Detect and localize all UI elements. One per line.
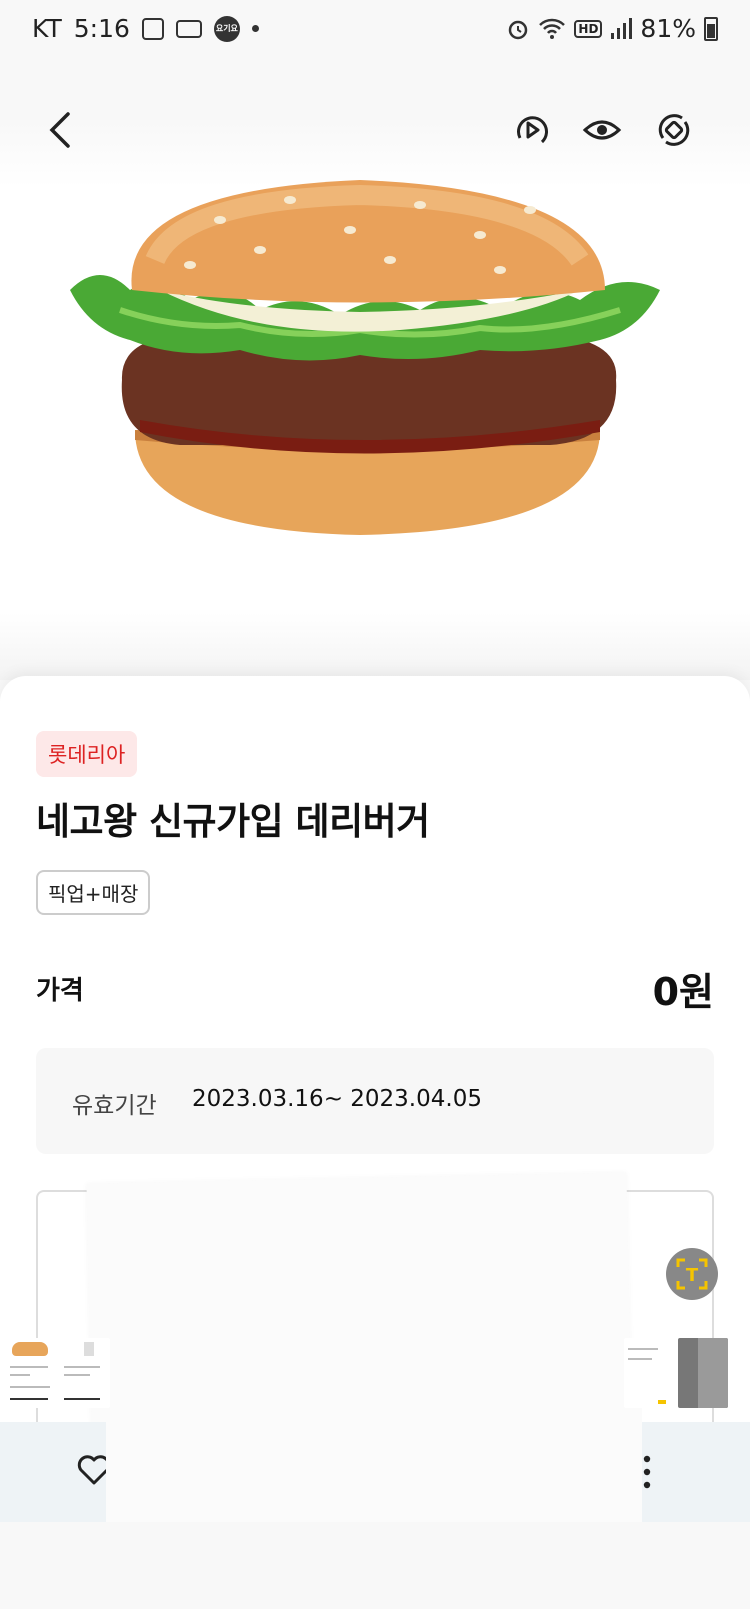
back-icon[interactable] [44,110,76,150]
recent-thumbnail[interactable] [6,1338,56,1408]
recent-thumbnail[interactable] [624,1338,674,1408]
product-title: 네고왕 신규가입 데리버거 [36,800,430,843]
battery-label: 81% [640,14,696,43]
carrier-label: KT [32,14,62,43]
signal-icon [611,17,633,39]
wifi-icon [539,18,566,39]
time-label: 5:16 [73,14,130,43]
price-value: 0원 [652,970,714,1014]
brand-badge: 롯데리아 [36,731,138,777]
video-play-icon[interactable] [512,110,552,150]
usage-tag: 픽업+매장 [36,870,151,915]
more-vertical-icon[interactable] [642,1454,652,1490]
screen-bottom-area [0,1522,750,1609]
burger-image [70,180,660,535]
status-bar: KT 5:16 요기요 HD 81% [0,0,750,60]
text-scan-icon: T [676,1258,708,1290]
rotate-icon[interactable] [654,110,694,150]
recent-thumbnail[interactable] [678,1338,728,1408]
alarm-icon [509,20,528,39]
hd-icon: HD [574,19,603,38]
recent-thumbnail[interactable] [60,1338,110,1408]
eye-icon[interactable] [582,110,622,150]
recent-apps-strip [0,1330,750,1420]
battery-icon [704,16,718,41]
gallery-icon [141,17,164,40]
product-image [0,120,750,680]
text-scan-button[interactable]: T [666,1248,718,1300]
overlay-panel-lower [106,1408,642,1522]
validity-dates: 2023.03.16~ 2023.04.05 [192,1086,482,1112]
validity-label: 유효기간 [72,1093,157,1119]
validity-box: 유효기간 2023.03.16~ 2023.04.05 [36,1048,714,1154]
voicemail-icon [175,19,202,38]
price-label: 가격 [36,976,84,1006]
top-nav [0,60,750,190]
app-badge-icon: 요기요 [213,15,240,42]
svg-text:T: T [686,1265,699,1286]
dot-icon [251,25,259,32]
